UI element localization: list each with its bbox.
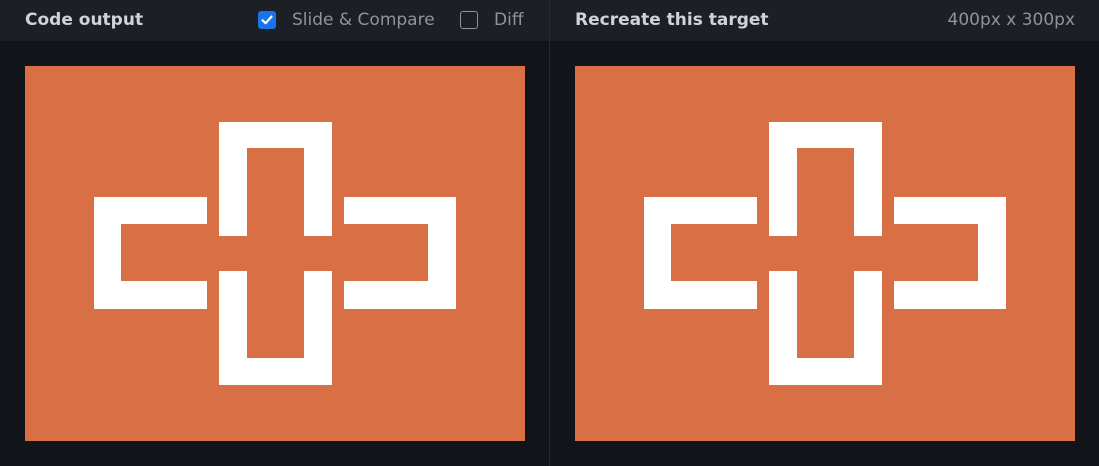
code-output-title: Code output [25, 10, 144, 30]
code-output-header: Code output Slide & Compare Diff [0, 0, 549, 41]
slide-compare-label: Slide & Compare [292, 10, 435, 30]
target-panel: Recreate this target 400px x 300px [550, 0, 1099, 466]
target-artwork [575, 66, 1075, 441]
target-canvas [575, 66, 1075, 441]
checkmark-icon [261, 15, 273, 25]
diff-checkbox[interactable] [460, 11, 478, 29]
target-title: Recreate this target [575, 10, 769, 30]
diff-label: Diff [494, 10, 524, 30]
target-header: Recreate this target 400px x 300px [550, 0, 1099, 41]
target-size-label: 400px x 300px [947, 10, 1075, 30]
diff-option[interactable]: Diff [460, 9, 524, 31]
code-output-panel: Code output Slide & Compare Diff [0, 0, 549, 466]
slide-compare-checkbox[interactable] [258, 11, 276, 29]
slide-compare-option[interactable]: Slide & Compare [258, 9, 435, 31]
code-output-artwork [25, 66, 525, 441]
app-window: Code output Slide & Compare Diff Recreat… [0, 0, 1099, 466]
code-output-canvas [25, 66, 525, 441]
